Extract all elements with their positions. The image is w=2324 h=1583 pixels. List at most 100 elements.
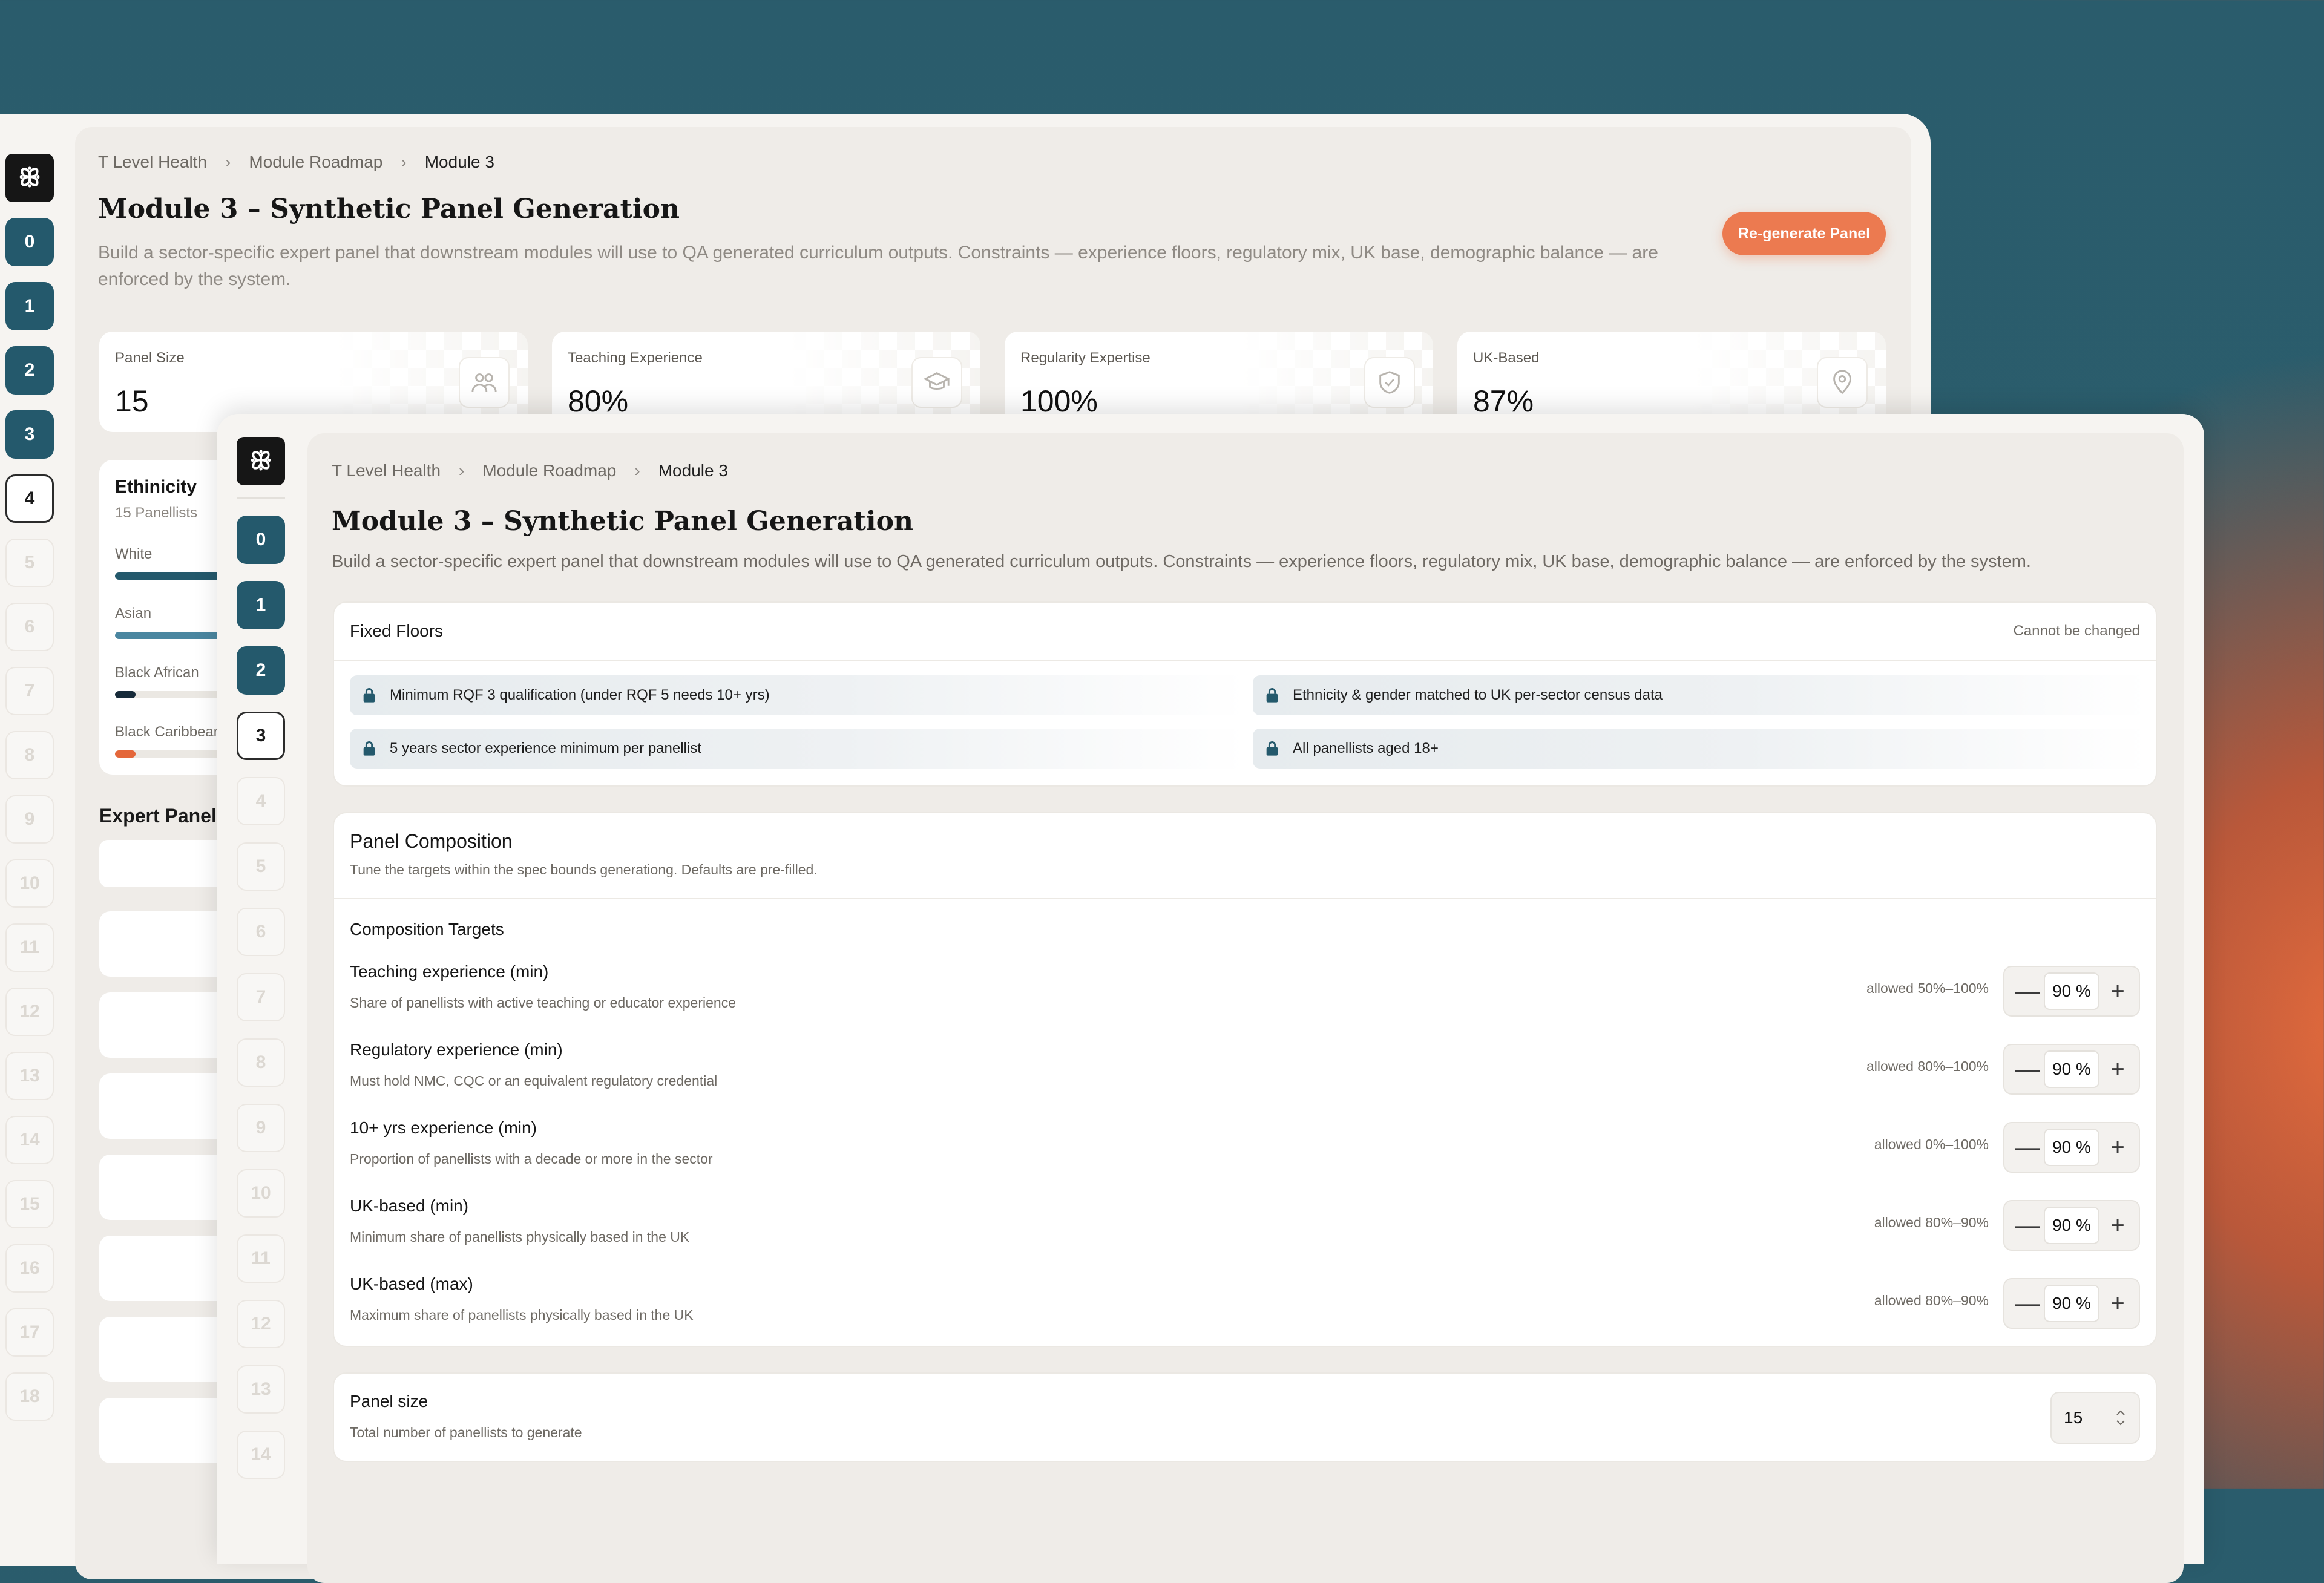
panel-size-input[interactable]: 15: [2050, 1392, 2140, 1444]
percentage-stepper[interactable]: —90 % +: [2003, 1122, 2140, 1173]
breadcrumb-item[interactable]: T Level Health: [332, 461, 441, 480]
breadcrumb: T Level Health › Module Roadmap › Module…: [98, 152, 494, 172]
fixed-floor-item: Ethnicity & gender matched to UK per-sec…: [1253, 675, 2148, 715]
stepper-value[interactable]: 90 %: [2044, 1129, 2099, 1166]
page-description: Build a sector-specific expert panel tha…: [332, 552, 2031, 571]
step-list: 0 1 2 3 4 5 6 7 8 9 10 11 12 13 14: [237, 516, 285, 1479]
step-7: 7: [237, 973, 285, 1021]
composition-target-row: Regulatory experience (min) Must hold NMC…: [350, 1040, 2140, 1107]
ethnicity-bar-fill: [115, 691, 136, 698]
target-description: Share of panellists with active teaching…: [350, 995, 736, 1011]
foreground-window: ꕥ 0 1 2 3 4 5 6 7 8 9 10 11 12 13 14 T Level Health › …: [217, 414, 2204, 1583]
step-6: 6: [5, 603, 54, 651]
fixed-floor-item: Minimum RQF 3 qualification (under RQF 5…: [350, 675, 1246, 715]
percentage-stepper[interactable]: —90 % +: [2003, 966, 2140, 1017]
breadcrumb-current: Module 3: [424, 152, 494, 171]
target-description: Maximum share of panellists physically b…: [350, 1307, 694, 1323]
target-allowed-range: allowed 0%–100%: [1874, 1136, 1989, 1152]
target-allowed-range: allowed 50%–100%: [1866, 980, 1989, 996]
percentage-stepper[interactable]: —90 % +: [2003, 1278, 2140, 1329]
ethnicity-bar-fill: [115, 750, 136, 758]
lock-icon: [1264, 687, 1281, 704]
target-label: Teaching experience (min): [350, 962, 549, 981]
step-8: 8: [5, 731, 54, 779]
composition-target-row: 10+ yrs experience (min) Proportion of pa…: [350, 1118, 2140, 1185]
step-16: 16: [5, 1244, 54, 1293]
stat-label: UK-Based: [1473, 350, 1540, 366]
step-2[interactable]: 2: [237, 646, 285, 695]
stat-label: Regularity Expertise: [1020, 350, 1151, 366]
target-description: Proportion of panellists with a decade o…: [350, 1151, 713, 1167]
target-label: 10+ yrs experience (min): [350, 1118, 537, 1137]
target-allowed-range: allowed 80%–90%: [1874, 1293, 1989, 1308]
app-logo[interactable]: ꕥ: [5, 154, 54, 202]
stat-label: Panel Size: [115, 350, 185, 366]
step-15: 15: [5, 1180, 54, 1228]
stepper-value[interactable]: 90 %: [2044, 1207, 2099, 1244]
stepper-value[interactable]: 90 %: [2044, 1050, 2099, 1088]
composition-target-row: UK-based (min) Minimum share of panellist…: [350, 1196, 2140, 1263]
step-0[interactable]: 0: [5, 218, 54, 266]
step-17: 17: [5, 1308, 54, 1357]
breadcrumb-item[interactable]: Module Roadmap: [249, 152, 382, 172]
step-4[interactable]: 4: [5, 474, 54, 523]
step-11: 11: [5, 923, 54, 972]
panel-size-card: Panel size Total number of panellists to…: [333, 1372, 2157, 1462]
rail-divider: [237, 497, 285, 499]
stat-label: Teaching Experience: [568, 350, 703, 366]
step-18: 18: [5, 1372, 54, 1421]
step-3[interactable]: 3: [5, 410, 54, 459]
location-pin-icon: [1817, 357, 1868, 408]
minus-button[interactable]: —: [2015, 1213, 2040, 1237]
minus-button[interactable]: —: [2015, 1135, 2040, 1159]
breadcrumb-item[interactable]: Module Roadmap: [482, 461, 616, 480]
panel-composition-subtitle: Tune the targets within the spec bounds …: [350, 862, 818, 877]
breadcrumb: T Level Health › Module Roadmap › Module…: [332, 461, 728, 480]
step-14: 14: [5, 1116, 54, 1164]
percentage-stepper[interactable]: —90 % +: [2003, 1200, 2140, 1251]
people-icon: [459, 357, 510, 408]
lock-icon: [361, 687, 378, 704]
step-rail-back: ꕥ 0 1 2 3 4 5 6 7 8 9 10 11 12 13 14 15 16 17 18: [5, 154, 54, 1421]
page-title: Module 3 – Synthetic Panel Generation: [332, 506, 913, 537]
regenerate-panel-button[interactable]: Re-generate Panel: [1722, 212, 1886, 255]
lock-icon: [361, 740, 378, 757]
chevron-right-icon: ›: [459, 461, 465, 480]
step-10: 10: [5, 859, 54, 908]
step-2[interactable]: 2: [5, 346, 54, 395]
stepper-arrows-icon[interactable]: [2115, 1408, 2127, 1428]
plus-button[interactable]: +: [2107, 1213, 2128, 1237]
minus-button[interactable]: —: [2015, 1291, 2040, 1316]
plus-button[interactable]: +: [2107, 1135, 2128, 1159]
minus-button[interactable]: —: [2015, 1057, 2040, 1081]
step-1[interactable]: 1: [237, 581, 285, 629]
step-12: 12: [237, 1300, 285, 1348]
chevron-right-icon: ›: [401, 152, 407, 171]
target-label: UK-based (min): [350, 1196, 469, 1215]
percentage-stepper[interactable]: —90 % +: [2003, 1044, 2140, 1095]
step-rail-front: ꕥ 0 1 2 3 4 5 6 7 8 9 10 11 12 13 14: [236, 437, 286, 1479]
step-3[interactable]: 3: [237, 712, 285, 760]
breadcrumb-item[interactable]: T Level Health: [98, 152, 207, 172]
chevron-right-icon: ›: [225, 152, 231, 171]
plus-button[interactable]: +: [2107, 1057, 2128, 1081]
step-0[interactable]: 0: [237, 516, 285, 564]
plus-button[interactable]: +: [2107, 979, 2128, 1003]
target-allowed-range: allowed 80%–100%: [1866, 1058, 1989, 1074]
target-description: Minimum share of panellists physically b…: [350, 1229, 690, 1245]
fixed-floors-note: Cannot be changed: [2013, 623, 2140, 639]
plus-button[interactable]: +: [2107, 1291, 2128, 1316]
step-12: 12: [5, 988, 54, 1036]
fixed-floors-title: Fixed Floors: [350, 621, 444, 640]
stepper-value[interactable]: 90 %: [2044, 1285, 2099, 1322]
graduation-cap-icon: [911, 357, 962, 408]
app-logo[interactable]: ꕥ: [237, 437, 285, 485]
panel-size-subtitle: Total number of panellists to generate: [350, 1424, 582, 1440]
stepper-value[interactable]: 90 %: [2044, 972, 2099, 1010]
minus-button[interactable]: —: [2015, 979, 2040, 1003]
step-1[interactable]: 1: [5, 282, 54, 330]
page-description: Build a sector-specific expert panel tha…: [98, 243, 1658, 289]
stat-value: 15: [115, 384, 149, 418]
fixed-floor-label: All panellists aged 18+: [1293, 740, 1439, 756]
fixed-floors-card: Fixed Floors Cannot be changed Minimum R…: [333, 601, 2157, 787]
